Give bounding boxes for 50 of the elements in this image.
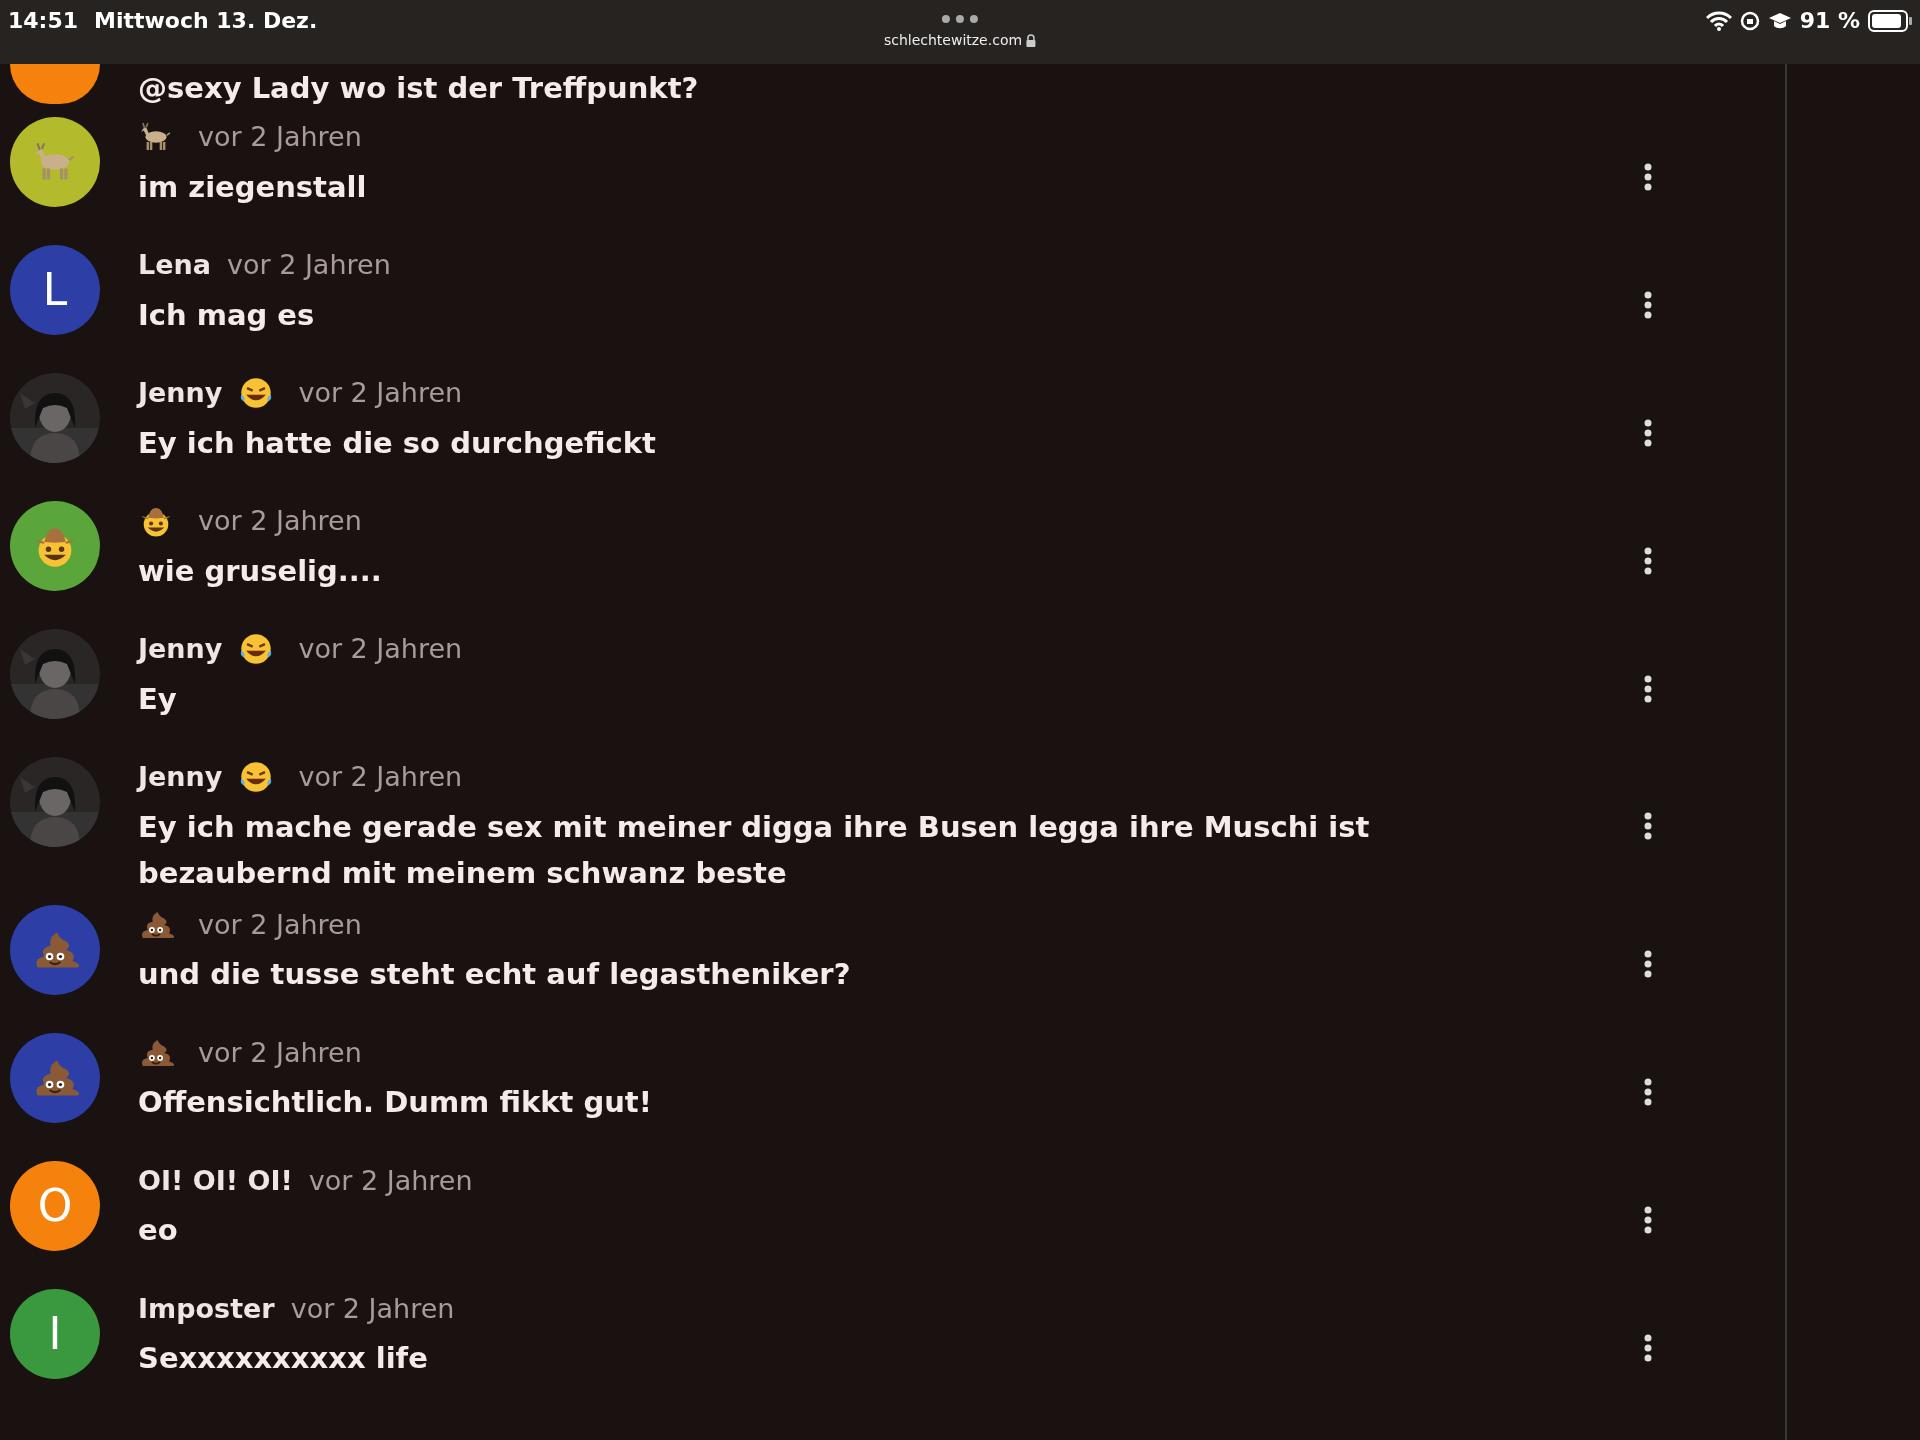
comment-text: Ey ich hatte die so durchgefickt bbox=[138, 424, 657, 462]
comment-text: im ziegenstall bbox=[138, 168, 368, 206]
more-options-icon[interactable] bbox=[1644, 950, 1652, 978]
more-icon[interactable] bbox=[940, 13, 980, 24]
more-options-icon[interactable] bbox=[1644, 162, 1652, 191]
date-text: Mittwoch 13. Dez. bbox=[94, 7, 318, 35]
comment-text: Sexxxxxxxxxx life bbox=[138, 1340, 429, 1377]
comment-text: Ey bbox=[138, 680, 178, 718]
comment-text: @sexy Lady wo ist der Treffpunkt? bbox=[138, 70, 699, 107]
lock-icon bbox=[1026, 34, 1037, 47]
comment-text: Offensichtlich. Dumm fikkt gut! bbox=[138, 1084, 653, 1121]
timestamp: vor 2 Jahren bbox=[308, 1163, 473, 1198]
rotation-lock-icon bbox=[1739, 10, 1760, 31]
clock-time: 14:51 bbox=[8, 7, 79, 35]
author-name[interactable]: Jenny bbox=[138, 629, 223, 670]
graduation-cap-icon bbox=[1767, 10, 1792, 31]
url-text[interactable]: schlechtewitze.com bbox=[883, 30, 1023, 51]
more-options-icon[interactable] bbox=[1644, 674, 1652, 703]
author-name[interactable]: OI! OI! OI! bbox=[138, 1160, 293, 1201]
timestamp: vor 2 Jahren bbox=[226, 248, 391, 282]
timestamp: vor 2 Jahren bbox=[290, 1291, 455, 1326]
author-name[interactable]: Jenny bbox=[138, 757, 223, 798]
more-options-icon[interactable] bbox=[1644, 546, 1652, 575]
battery-percent: 91 % bbox=[1799, 7, 1860, 35]
avatar: I bbox=[10, 1288, 100, 1379]
comment-text: Ich mag es bbox=[138, 296, 316, 334]
timestamp: vor 2 Jahren bbox=[198, 504, 362, 538]
author-name[interactable]: Jenny bbox=[138, 373, 223, 414]
author-name[interactable]: Lena bbox=[138, 245, 211, 286]
more-options-icon[interactable] bbox=[1644, 1206, 1652, 1234]
wifi-icon bbox=[1705, 10, 1732, 31]
more-options-icon[interactable] bbox=[1644, 1078, 1652, 1106]
timestamp: vor 2 Jahren bbox=[298, 632, 463, 666]
timestamp: vor 2 Jahren bbox=[198, 1035, 362, 1070]
more-options-icon[interactable] bbox=[1644, 1334, 1652, 1362]
timestamp: vor 2 Jahren bbox=[198, 120, 362, 154]
author-name[interactable]: Imposter bbox=[138, 1288, 275, 1329]
avatar: L bbox=[10, 245, 100, 335]
comment-text: Ey ich mache gerade sex mit meiner digga ihre Busen legga ihre Muschi ist bezaubernd mit meinem schwanz beste bbox=[138, 808, 1371, 892]
more-options-icon[interactable] bbox=[1644, 418, 1652, 447]
timestamp: vor 2 Jahren bbox=[198, 907, 362, 942]
comment-text: eo bbox=[138, 1212, 179, 1249]
avatar: O bbox=[10, 1160, 100, 1251]
timestamp: vor 2 Jahren bbox=[298, 376, 463, 410]
battery-icon bbox=[1868, 9, 1912, 32]
more-options-icon[interactable] bbox=[1644, 812, 1652, 841]
comment-text: wie gruselig.... bbox=[138, 552, 383, 590]
comment-text: und die tusse steht echt auf legastheniker? bbox=[138, 956, 852, 993]
timestamp: vor 2 Jahren bbox=[298, 760, 463, 794]
more-options-icon[interactable] bbox=[1644, 290, 1652, 319]
